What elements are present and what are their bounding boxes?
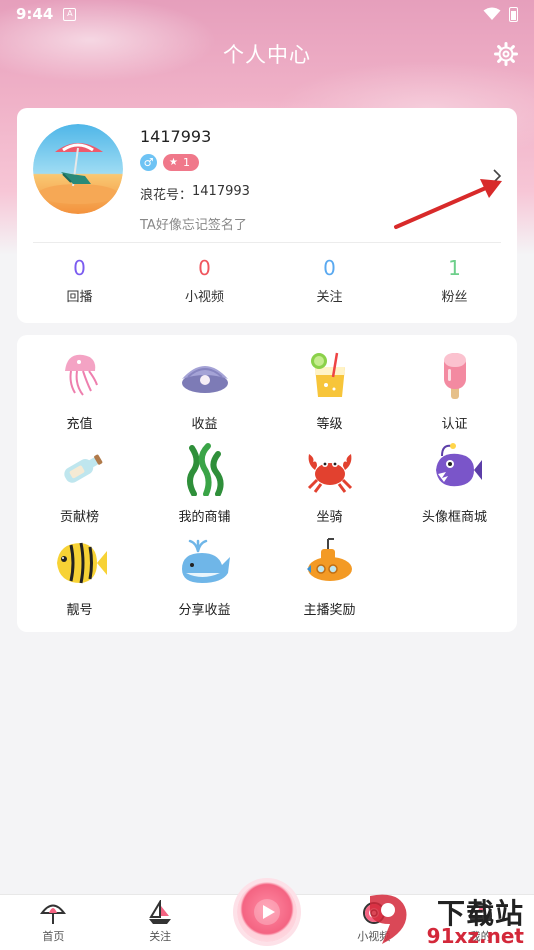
feature-host-rewards[interactable]: 主播奖励: [267, 533, 392, 626]
stat-value: 1: [448, 256, 461, 280]
status-indicators: [483, 6, 518, 22]
umbrella-icon: [40, 904, 67, 924]
stat-replay[interactable]: 0 回播: [17, 256, 142, 305]
notification-icon: A: [63, 7, 77, 21]
feature-label: 等级: [316, 417, 343, 432]
feature-label: 头像框商城: [421, 510, 487, 525]
battery-icon: [509, 6, 518, 22]
user-badges: ♂ ★ 1: [140, 154, 199, 171]
fish-icon: [56, 542, 107, 584]
wave-id-label: 浪花号：: [140, 188, 193, 203]
nav-label: 我的: [469, 930, 492, 943]
captain-hat-icon: [469, 902, 492, 921]
stat-following[interactable]: 0 关注: [267, 256, 392, 305]
feature-my-shop[interactable]: 我的商铺: [142, 440, 267, 533]
feature-avatar-frame-shop[interactable]: 头像框商城: [392, 440, 517, 533]
stat-value: 0: [323, 256, 336, 280]
nav-live-button[interactable]: [237, 882, 297, 942]
stats-row: 0 回播 0 小视频 0 关注 1 粉丝: [17, 256, 517, 305]
feature-label: 主播奖励: [303, 603, 356, 618]
user-id: 1417993: [140, 127, 212, 146]
feature-verify[interactable]: 认证: [392, 347, 517, 440]
wifi-icon: [483, 7, 501, 20]
chevron-right-icon[interactable]: [491, 168, 503, 184]
feature-label: 我的商铺: [178, 510, 231, 525]
gender-badge: ♂: [140, 154, 157, 171]
star-icon: ★: [169, 157, 178, 168]
feature-recharge[interactable]: 充值: [17, 347, 142, 440]
crab-icon: [307, 454, 352, 493]
nav-label: 关注: [149, 930, 172, 943]
status-bar: 9:44 A: [0, 0, 534, 28]
stat-fans[interactable]: 1 粉丝: [392, 256, 517, 305]
nav-short-video[interactable]: 小视频: [320, 895, 427, 950]
wave-id-value: 1417993: [192, 184, 250, 199]
status-time: 9:44: [16, 5, 54, 23]
stat-label: 关注: [316, 290, 343, 305]
signature-text: TA好像忘记签名了: [140, 218, 247, 233]
anglerfish-icon: [435, 443, 482, 487]
feature-label: 分享收益: [178, 603, 231, 618]
divider: [33, 242, 501, 243]
bottle-icon: [63, 454, 102, 483]
sailboat-icon: [149, 900, 172, 924]
nav-label: 小视频: [357, 930, 391, 943]
feature-contribution[interactable]: 贡献榜: [17, 440, 142, 533]
play-icon: [254, 899, 280, 925]
nav-following[interactable]: 关注: [107, 895, 214, 950]
stat-label: 粉丝: [441, 290, 468, 305]
feature-share-earnings[interactable]: 分享收益: [142, 533, 267, 626]
app-header: 个人中心: [0, 28, 534, 80]
stat-label: 回播: [66, 290, 93, 305]
jellyfish-icon: [64, 354, 98, 396]
popsicle-icon: [443, 353, 466, 399]
submarine-icon: [306, 538, 352, 581]
nav-mine[interactable]: 我的: [427, 895, 534, 950]
profile-card[interactable]: 1417993 ♂ ★ 1 浪花号： 1417993 TA好像忘记签名了 0 回…: [17, 108, 517, 323]
bottom-nav: 首页 关注 小视频 我的: [0, 882, 534, 950]
feature-label: 贡献榜: [59, 510, 99, 525]
features-card: 充值 收益 等级 认证 贡献榜 我的商铺 坐骑 头像框商城 靓号 分享收益 主播…: [17, 335, 517, 632]
nav-home[interactable]: 首页: [0, 895, 107, 950]
feature-label: 靓号: [66, 603, 93, 618]
feature-earnings[interactable]: 收益: [142, 347, 267, 440]
feature-label: 认证: [441, 417, 468, 432]
drink-icon: [310, 352, 345, 397]
feature-premium-id[interactable]: 靓号: [17, 533, 142, 626]
stat-short-video[interactable]: 0 小视频: [142, 256, 267, 305]
whale-icon: [181, 539, 230, 583]
lifebuoy-icon: [362, 902, 385, 924]
level-value: 1: [182, 156, 190, 169]
level-badge: ★ 1: [163, 154, 199, 171]
page-title: 个人中心: [223, 43, 311, 67]
seaweed-icon: [186, 443, 224, 496]
feature-grid: 充值 收益 等级 认证 贡献榜 我的商铺 坐骑 头像框商城 靓号 分享收益 主播…: [17, 347, 517, 626]
feature-label: 坐骑: [316, 510, 343, 525]
stat-value: 0: [73, 256, 86, 280]
nav-label: 首页: [42, 930, 65, 943]
feature-mount[interactable]: 坐骑: [267, 440, 392, 533]
shell-icon: [181, 366, 228, 393]
feature-label: 充值: [66, 417, 93, 432]
feature-level[interactable]: 等级: [267, 347, 392, 440]
wave-id: 浪花号： 1417993: [140, 184, 250, 203]
avatar[interactable]: [33, 124, 123, 214]
stat-label: 小视频: [184, 290, 224, 305]
gear-icon[interactable]: [494, 42, 518, 66]
feature-label: 收益: [191, 417, 218, 432]
stat-value: 0: [198, 256, 211, 280]
